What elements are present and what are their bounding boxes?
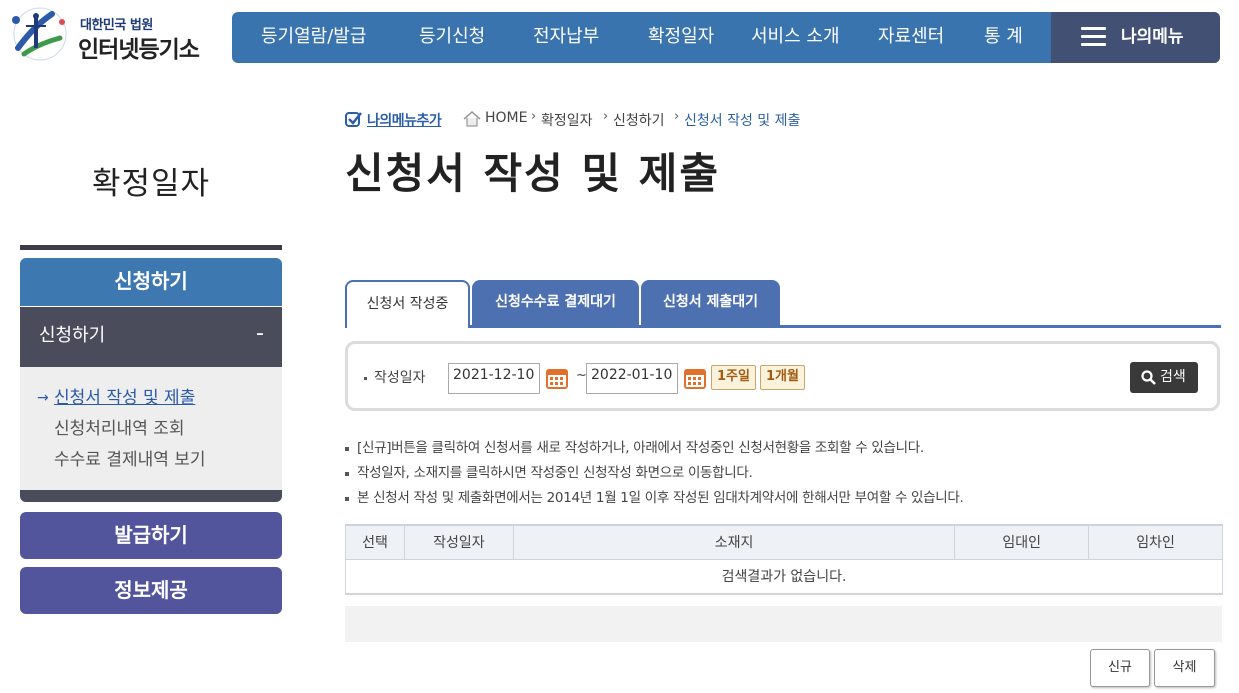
gnb-item-resource-center[interactable]: 자료센터	[878, 12, 944, 63]
search-icon	[1141, 370, 1156, 385]
logo-title: 인터넷등기소	[78, 37, 200, 63]
notice-item: [신규]버튼을 클릭하여 신청서를 새로 작성하거나, 아래에서 작성중인 신청…	[345, 436, 1225, 461]
column-header-select: 선택	[345, 524, 405, 560]
sidebar-sub-list: → 신청서 작성 및 제출 신청처리내역 조회 수수료 결제내역 보기	[20, 367, 282, 494]
column-header-date: 작성일자	[403, 524, 514, 560]
hamburger-icon	[1081, 27, 1106, 47]
sidebar-item-info[interactable]: 정보제공	[20, 567, 282, 614]
calendar-icon[interactable]	[684, 367, 706, 389]
one-week-button[interactable]: 1주일	[711, 365, 756, 390]
search-panel: 작성일자 2021-12-10 ~ 2022-01-10 1주일 1개월 검색	[345, 341, 1220, 411]
gnb-item-registry-apply[interactable]: 등기신청	[419, 12, 485, 63]
empty-result-message: 검색결과가 없습니다.	[345, 558, 1223, 595]
date-label: 작성일자	[364, 367, 426, 387]
gnb-item-registry-view[interactable]: 등기열람/발급	[261, 12, 366, 63]
add-my-menu-button[interactable]: 나의메뉴추가	[345, 108, 455, 130]
sidebar-item-issue[interactable]: 발급하기	[20, 512, 282, 559]
gnb-item-fixed-date[interactable]: 확정일자	[648, 12, 714, 63]
column-header-lessor: 임대인	[954, 524, 1090, 560]
tab-submit-pending[interactable]: 신청서 제출대기	[641, 280, 780, 327]
pagination-bar	[345, 606, 1222, 642]
calendar-icon[interactable]	[546, 367, 568, 389]
my-menu-label: 나의메뉴	[1121, 27, 1184, 47]
search-button[interactable]: 검색	[1130, 362, 1198, 393]
table-row: 검색결과가 없습니다.	[345, 558, 1223, 595]
notice-list: [신규]버튼을 클릭하여 신청서를 새로 작성하거나, 아래에서 작성중인 신청…	[345, 436, 1225, 511]
site-logo[interactable]: 대한민국 법원 인터넷등기소	[4, 4, 214, 64]
page-title: 신청서 작성 및 제출	[345, 149, 720, 198]
sidebar-sub-item-write-submit[interactable]: → 신청서 작성 및 제출	[20, 383, 282, 414]
column-header-lessee: 임차인	[1088, 524, 1223, 560]
collapse-icon[interactable]: -	[256, 305, 264, 363]
arrow-right-icon: →	[37, 390, 49, 406]
sidebar-item-apply[interactable]: 신청하기	[20, 258, 282, 306]
add-my-menu-label: 나의메뉴추가	[367, 113, 442, 129]
breadcrumb-home[interactable]: HOME	[485, 110, 527, 126]
search-button-label: 검색	[1160, 369, 1186, 385]
sidebar-sub-bottom	[20, 490, 282, 502]
chevron-right-icon: ›	[603, 109, 609, 124]
sidebar-sub-item-fee-history[interactable]: 수수료 결제내역 보기	[20, 445, 282, 476]
gnb-item-statistics[interactable]: 통 계	[984, 12, 1023, 63]
sidebar-sub-item-label: 신청서 작성 및 제출	[54, 388, 196, 408]
sidebar-divider	[20, 245, 282, 250]
date-from-input[interactable]: 2021-12-10	[448, 363, 540, 394]
chevron-right-icon: ›	[674, 109, 680, 124]
tab-fee-pending[interactable]: 신청수수료 결제대기	[472, 280, 639, 327]
new-button[interactable]: 신규	[1090, 649, 1150, 687]
chevron-right-icon: ›	[531, 109, 537, 124]
one-month-button[interactable]: 1개월	[760, 365, 805, 390]
breadcrumb-current: 신청서 작성 및 제출	[684, 113, 801, 129]
sidebar-sub-item-history[interactable]: 신청처리내역 조회	[20, 414, 282, 445]
date-label-text: 작성일자	[374, 370, 426, 386]
sidebar-title: 확정일자	[91, 166, 211, 202]
notice-item: 작성일자, 소재지를 클릭하시면 작성중인 신청작성 화면으로 이동합니다.	[345, 461, 1225, 486]
breadcrumb-item-fixed-date[interactable]: 확정일자	[541, 110, 593, 130]
home-icon	[463, 111, 481, 127]
global-nav: 등기열람/발급 등기신청 전자납부 확정일자 서비스 소개 자료센터 통 계 나…	[232, 12, 1220, 63]
table-header-row: 선택 작성일자 소재지 임대인 임차인	[345, 524, 1223, 560]
result-table: 선택 작성일자 소재지 임대인 임차인 검색결과가 없습니다.	[345, 524, 1223, 595]
notice-item: 본 신청서 작성 및 제출화면에서는 2014년 1월 1일 이후 작성된 임대…	[345, 486, 1225, 511]
my-menu-button[interactable]: 나의메뉴	[1051, 12, 1220, 63]
sidebar-sub-head-label: 신청하기	[39, 325, 106, 346]
sidebar-sub-head-apply[interactable]: 신청하기 -	[20, 307, 282, 367]
column-header-address: 소재지	[512, 524, 956, 560]
court-emblem-icon	[12, 7, 67, 61]
gnb-item-service-intro[interactable]: 서비스 소개	[751, 12, 840, 63]
date-to-input[interactable]: 2022-01-10	[586, 363, 678, 394]
tab-writing[interactable]: 신청서 작성중	[345, 280, 470, 328]
checkbox-check-icon	[345, 112, 362, 127]
breadcrumb-item-apply[interactable]: 신청하기	[613, 110, 665, 130]
gnb-item-e-payment[interactable]: 전자납부	[533, 12, 599, 63]
delete-button[interactable]: 삭제	[1154, 649, 1215, 687]
